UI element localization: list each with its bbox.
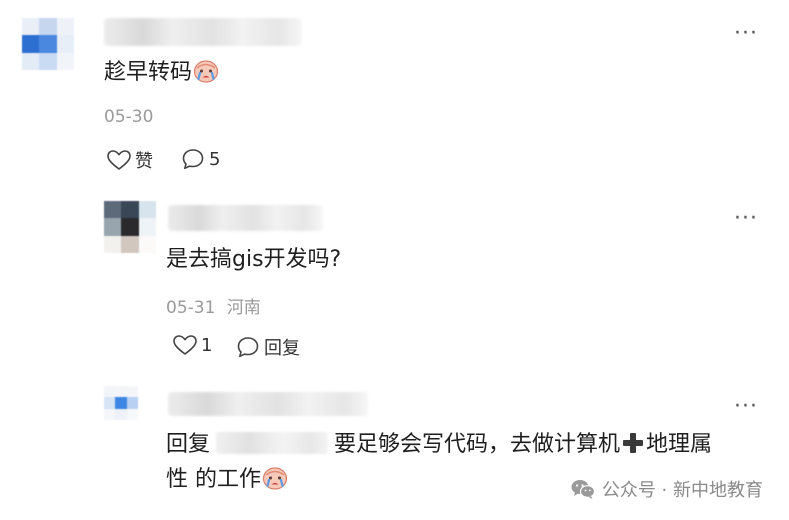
mentioned-user-blurred[interactable] bbox=[216, 432, 329, 454]
speech-bubble-icon bbox=[182, 149, 204, 170]
heart-outline-icon bbox=[107, 150, 131, 170]
username-blurred[interactable] bbox=[168, 205, 323, 231]
more-horizontal-icon: ··· bbox=[734, 206, 758, 231]
more-options-button[interactable]: ··· bbox=[734, 206, 758, 231]
username-blurred[interactable] bbox=[104, 18, 302, 46]
comment-text-line2: 性 的工作 bbox=[166, 465, 288, 495]
speech-bubble-icon bbox=[237, 337, 259, 358]
reply-prefix: 回复 bbox=[166, 432, 211, 457]
wechat-logo-icon bbox=[571, 480, 595, 499]
crying-face-emoji-icon bbox=[193, 60, 219, 83]
more-horizontal-icon: ··· bbox=[734, 21, 758, 46]
comment-text: 是去搞gis开发吗? bbox=[166, 247, 342, 272]
more-options-button[interactable]: ··· bbox=[734, 21, 758, 46]
watermark-text: 公众号 · 新中地教育 bbox=[601, 480, 763, 501]
comment-meta: 05-31 河南 bbox=[166, 293, 261, 318]
heavy-plus-icon bbox=[623, 433, 644, 453]
comment-text: 回复 要足够会写代码，去做计算机 地理属 bbox=[166, 432, 713, 457]
watermark: 公众号 · 新中地教育 bbox=[570, 476, 763, 502]
like-count: 1 bbox=[201, 334, 213, 356]
comment-location: 河南 bbox=[226, 298, 261, 318]
comment-text: 趁早转码 bbox=[104, 58, 219, 88]
like-button[interactable]: 赞 bbox=[106, 147, 153, 173]
like-label: 赞 bbox=[135, 151, 153, 172]
reply-label: 回复 bbox=[264, 338, 300, 359]
reply-count-button[interactable]: 5 bbox=[180, 147, 220, 171]
crying-face-emoji-icon bbox=[262, 467, 288, 490]
username-blurred[interactable] bbox=[168, 392, 368, 416]
like-button[interactable]: 1 bbox=[172, 334, 212, 356]
more-horizontal-icon: ··· bbox=[734, 394, 758, 419]
avatar[interactable] bbox=[104, 201, 156, 253]
heart-outline-icon bbox=[173, 335, 197, 355]
more-options-button[interactable]: ··· bbox=[734, 394, 758, 419]
avatar[interactable] bbox=[104, 386, 138, 420]
comment-date: 05-31 bbox=[166, 298, 216, 318]
reply-count: 5 bbox=[209, 148, 221, 170]
avatar[interactable] bbox=[22, 18, 74, 70]
comment-date: 05-30 bbox=[104, 107, 154, 127]
reply-button[interactable]: 回复 bbox=[235, 334, 300, 360]
